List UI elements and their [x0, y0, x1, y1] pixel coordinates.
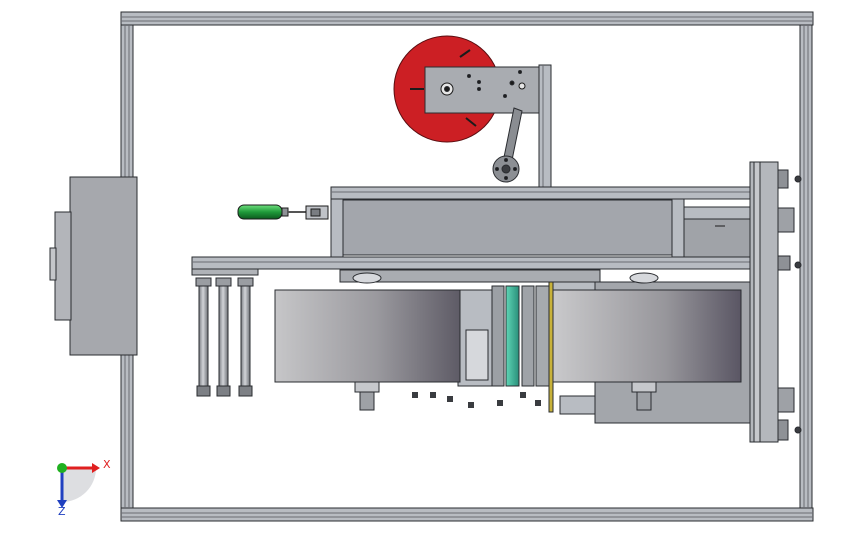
side-control-box [49, 176, 138, 356]
x-arrowhead-icon [92, 463, 100, 473]
cad-viewport[interactable]: X Z [0, 0, 867, 533]
fasteners [412, 392, 541, 408]
upper-beam [330, 186, 752, 263]
x-axis-label: X [103, 458, 111, 471]
dancer-arm [492, 107, 523, 183]
coordinate-triad: X Z [57, 458, 111, 518]
green-handle [237, 204, 329, 220]
z-axis-label: Z [58, 505, 66, 518]
frame-bottom-rail [120, 507, 814, 522]
assembly-drawing: X Z [49, 11, 814, 522]
frame-top-rail [120, 11, 814, 26]
frame-right-post [799, 24, 813, 509]
y-axis-dot-icon [57, 463, 67, 473]
guide-rods [195, 277, 254, 397]
right-mount-plate [749, 161, 802, 443]
left-film-roller [274, 272, 461, 411]
